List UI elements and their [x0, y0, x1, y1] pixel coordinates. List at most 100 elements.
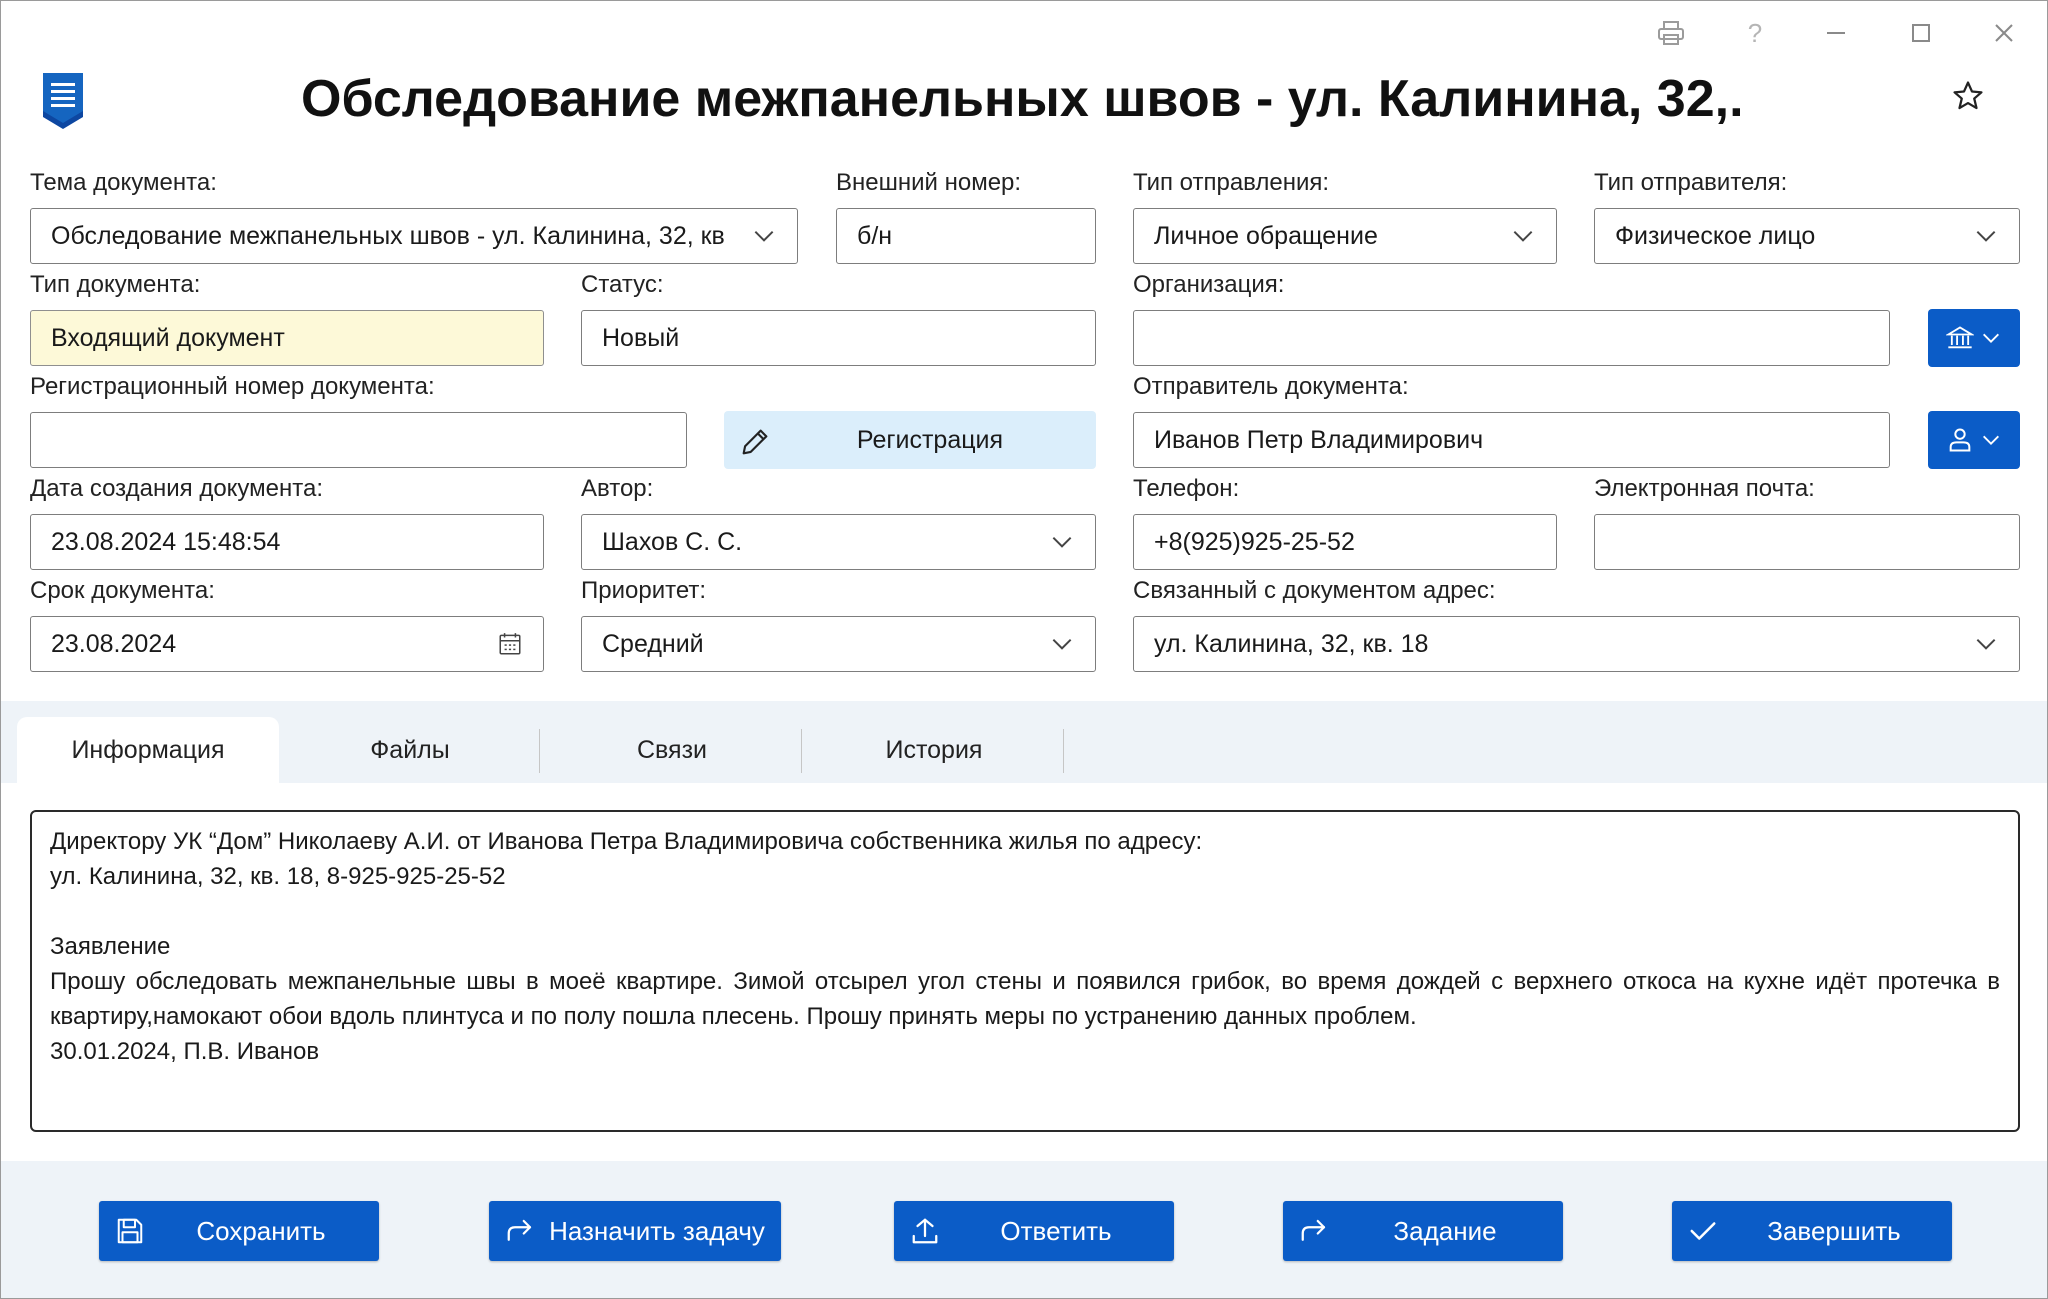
- subject-value: Обследование межпанельных швов - ул. Кал…: [51, 221, 725, 250]
- organization-picker-button[interactable]: [1928, 309, 2020, 367]
- register-button[interactable]: Регистрация: [724, 411, 1096, 469]
- author-label: Автор:: [581, 475, 654, 502]
- assign-task-button[interactable]: Назначить задачу: [489, 1201, 781, 1261]
- bank-icon: [1946, 326, 1974, 349]
- phone-value: +8(925)925-25-52: [1154, 527, 1355, 556]
- email-label: Электронная почта:: [1594, 475, 1815, 502]
- chevron-down-icon: [754, 230, 774, 242]
- sender-value: Иванов Петр Владимирович: [1154, 425, 1484, 454]
- send-type-label: Тип отправления:: [1133, 169, 1330, 196]
- priority-label: Приоритет:: [581, 577, 707, 604]
- forward-arrow-icon: [507, 1219, 532, 1241]
- sender-field[interactable]: Иванов Петр Владимирович: [1133, 412, 1890, 468]
- tab-label: Информация: [71, 735, 225, 764]
- person-icon: [1949, 428, 1971, 452]
- checkmark-icon: [1690, 1222, 1716, 1240]
- pencil-icon: [742, 429, 768, 455]
- organization-label: Организация:: [1133, 271, 1285, 298]
- maximize-icon[interactable]: [1891, 13, 1951, 53]
- tab-divider: [801, 729, 802, 773]
- chevron-down-icon: [1976, 230, 1996, 242]
- phone-field[interactable]: +8(925)925-25-52: [1133, 514, 1557, 570]
- phone-label: Телефон:: [1133, 475, 1240, 502]
- document-app-icon: [39, 71, 87, 134]
- content-line: ул. Калинина, 32, кв. 18, 8-925-925-25-5…: [50, 863, 506, 890]
- sender-type-dropdown[interactable]: Физическое лицо: [1594, 208, 2020, 264]
- content-paragraph: Прошу обследовать межпанельные швы в мое…: [50, 968, 2000, 1030]
- sender-type-label: Тип отправителя:: [1594, 169, 1788, 196]
- sender-type-value: Физическое лицо: [1615, 221, 1816, 250]
- window-title: Обследование межпанельных швов - ул. Кал…: [301, 70, 1741, 128]
- chevron-down-icon: [1513, 230, 1533, 242]
- reg-number-field[interactable]: [30, 412, 687, 468]
- created-field[interactable]: 23.08.2024 15:48:54: [30, 514, 544, 570]
- tab-strip: Информация Файлы Связи История: [1, 701, 2047, 783]
- reply-button[interactable]: Ответить: [894, 1201, 1174, 1261]
- deadline-value: 23.08.2024: [51, 629, 177, 658]
- doc-type-label: Тип документа:: [30, 271, 201, 298]
- status-label: Статус:: [581, 271, 664, 298]
- created-label: Дата создания документа:: [30, 475, 324, 502]
- chevron-down-icon: [1983, 435, 1999, 445]
- save-button[interactable]: Сохранить: [99, 1201, 379, 1261]
- tab-information[interactable]: Информация: [17, 717, 279, 783]
- status-field[interactable]: Новый: [581, 310, 1096, 366]
- document-window: ? Обследование межпанельных швов - ул. К…: [0, 0, 2048, 1299]
- address-label: Связанный с документом адрес:: [1133, 577, 1496, 604]
- subject-label: Тема документа:: [30, 169, 217, 196]
- tab-files[interactable]: Файлы: [279, 717, 541, 783]
- sender-label: Отправитель документа:: [1133, 373, 1409, 400]
- address-value: ул. Калинина, 32, кв. 18: [1154, 629, 1429, 658]
- task-button[interactable]: Задание: [1283, 1201, 1563, 1261]
- deadline-label: Срок документа:: [30, 577, 215, 604]
- organization-field[interactable]: [1133, 310, 1890, 366]
- tab-divider: [539, 729, 540, 773]
- subject-dropdown[interactable]: Обследование межпанельных швов - ул. Кал…: [30, 208, 798, 264]
- status-value: Новый: [602, 323, 680, 352]
- external-number-label: Внешний номер:: [836, 169, 1022, 196]
- chevron-down-icon: [1052, 638, 1072, 650]
- minimize-icon[interactable]: [1806, 13, 1866, 53]
- chevron-down-icon: [1052, 536, 1072, 548]
- send-type-value: Личное обращение: [1154, 221, 1378, 250]
- save-disk-icon: [117, 1218, 143, 1244]
- finish-button[interactable]: Завершить: [1672, 1201, 1952, 1261]
- send-type-dropdown[interactable]: Личное обращение: [1133, 208, 1557, 264]
- tab-history[interactable]: История: [803, 717, 1065, 783]
- upload-icon: [912, 1218, 938, 1244]
- tab-divider: [1063, 729, 1064, 773]
- doc-type-field[interactable]: Входящий документ: [30, 310, 544, 366]
- address-dropdown[interactable]: ул. Калинина, 32, кв. 18: [1133, 616, 2020, 672]
- content-line: Директору УК “Дом” Николаеву А.И. от Ива…: [50, 828, 1203, 855]
- author-dropdown[interactable]: Шахов С. С.: [581, 514, 1096, 570]
- favorite-star-icon[interactable]: [1951, 79, 1985, 118]
- doc-type-value: Входящий документ: [51, 323, 285, 352]
- printer-icon[interactable]: [1641, 13, 1701, 53]
- sender-picker-button[interactable]: [1928, 411, 2020, 469]
- register-button-label: Регистрация: [856, 425, 1004, 454]
- created-value: 23.08.2024 15:48:54: [51, 527, 281, 556]
- content-line: 30.01.2024, П.В. Иванов: [50, 1038, 320, 1065]
- external-number-field[interactable]: б/н: [836, 208, 1096, 264]
- priority-value: Средний: [602, 629, 704, 658]
- tab-links[interactable]: Связи: [541, 717, 803, 783]
- calendar-icon[interactable]: [497, 631, 523, 657]
- close-icon[interactable]: [1974, 13, 2034, 53]
- priority-dropdown[interactable]: Средний: [581, 616, 1096, 672]
- document-text-area[interactable]: Директору УК “Дом” Николаеву А.И. от Ива…: [30, 810, 2020, 1132]
- tab-label: Файлы: [370, 735, 450, 764]
- email-field[interactable]: [1594, 514, 2020, 570]
- chevron-down-icon: [1983, 333, 1999, 343]
- help-icon[interactable]: ?: [1725, 13, 1785, 53]
- external-number-value: б/н: [857, 221, 893, 250]
- forward-arrow-icon: [1301, 1219, 1326, 1241]
- author-value: Шахов С. С.: [602, 527, 743, 556]
- tab-label: История: [885, 735, 983, 764]
- reg-number-label: Регистрационный номер документа:: [30, 373, 435, 400]
- content-line: Заявление: [50, 933, 171, 960]
- tab-label: Связи: [636, 735, 708, 764]
- chevron-down-icon: [1976, 638, 1996, 650]
- deadline-date-picker[interactable]: 23.08.2024: [30, 616, 544, 672]
- help-glyph: ?: [1747, 17, 1763, 48]
